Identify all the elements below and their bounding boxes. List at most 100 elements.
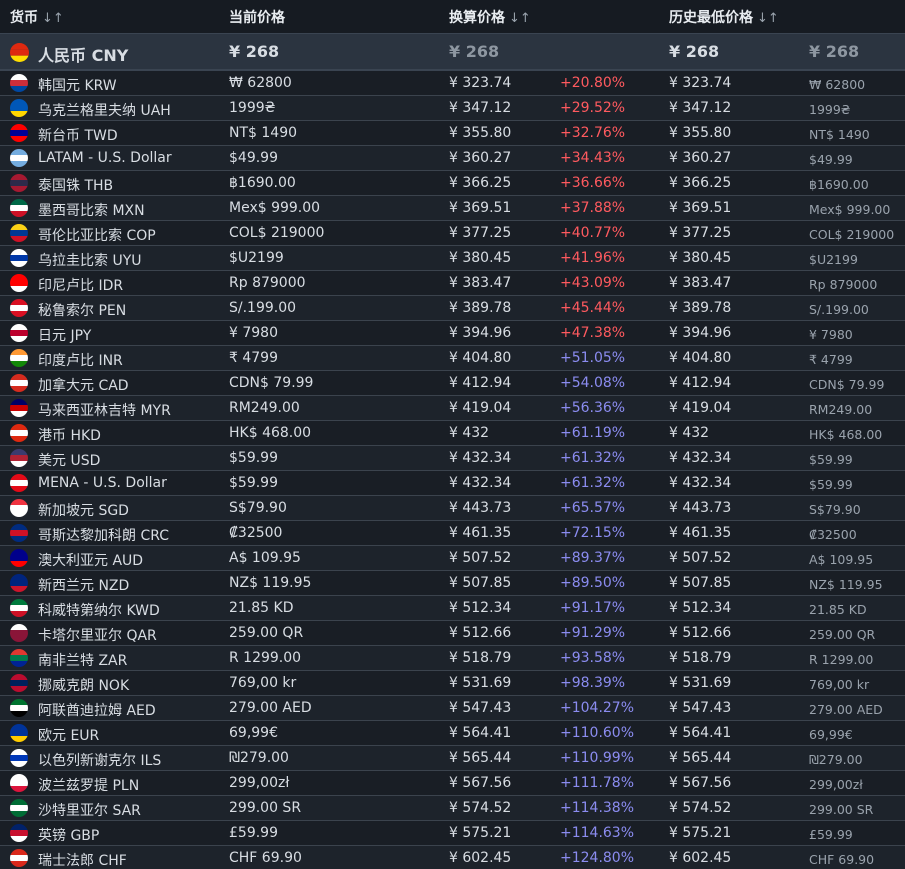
lowest-price-original: RM249.00 — [809, 402, 873, 417]
flag-icon — [10, 299, 28, 317]
lowest-price: ¥ 564.41 — [669, 725, 732, 741]
current-price: 299.00 SR — [229, 800, 302, 816]
flag-icon — [10, 649, 28, 667]
current-price: S$79.90 — [229, 500, 287, 516]
header-lowest-price[interactable]: 历史最低价格 ↓↑ — [669, 7, 779, 27]
current-price: $59.99 — [229, 475, 278, 491]
lowest-price: ¥ 360.27 — [669, 150, 732, 166]
table-row[interactable]: LATAM - U.S. Dollar $49.99 ¥ 360.27 +34.43%… — [0, 146, 905, 171]
converted-price: ¥ 574.52 — [449, 800, 512, 816]
table-row[interactable]: 新加坡元 SGD S$79.90 ¥ 443.73 +65.57% ¥ 443.73 S$… — [0, 496, 905, 521]
table-row[interactable]: 沙特里亚尔 SAR 299.00 SR ¥ 574.52 +114.38% ¥ 574.… — [0, 796, 905, 821]
table-row[interactable]: 印度卢比 INR ₹ 4799 ¥ 404.80 +51.05% ¥ 404.80 ₹ 4… — [0, 346, 905, 371]
current-price: 21.85 KD — [229, 600, 294, 616]
table-row[interactable]: 澳大利亚元 AUD A$ 109.95 ¥ 507.52 +89.37% ¥ 507.5… — [0, 546, 905, 571]
converted-price: ¥ 531.69 — [449, 675, 512, 691]
currency-name: 人民币 CNY — [38, 46, 129, 65]
price-difference-percent: +98.39% — [560, 675, 626, 691]
price-difference-percent: +65.57% — [560, 500, 626, 516]
current-price: CHF 69.90 — [229, 850, 302, 866]
lowest-price-original: $59.99 — [809, 452, 853, 467]
table-row[interactable]: 卡塔尔里亚尔 QAR 259.00 QR ¥ 512.66 +91.29% ¥ 512.… — [0, 621, 905, 646]
lowest-price-original: $59.99 — [809, 477, 853, 492]
current-price: ₩ 62800 — [229, 75, 292, 91]
table-row[interactable]: MENA - U.S. Dollar $59.99 ¥ 432.34 +61.32% ¥… — [0, 471, 905, 496]
lowest-price: ¥ 567.56 — [669, 775, 732, 791]
lowest-price-original: 21.85 KD — [809, 602, 867, 617]
table-row[interactable]: 新西兰元 NZD NZ$ 119.95 ¥ 507.85 +89.50% ¥ 507.8… — [0, 571, 905, 596]
lowest-price-original: Mex$ 999.00 — [809, 202, 891, 217]
header-currency[interactable]: 货币 ↓↑ — [10, 7, 64, 27]
table-row[interactable]: 乌克兰格里夫纳 UAH 1999₴ ¥ 347.12 +29.52% ¥ 347.12 1… — [0, 96, 905, 121]
price-difference-percent: +51.05% — [560, 350, 626, 366]
table-row[interactable]: 日元 JPY ¥ 7980 ¥ 394.96 +47.38% ¥ 394.96 ¥ 798… — [0, 321, 905, 346]
lowest-price: ¥ 565.44 — [669, 750, 732, 766]
table-row[interactable]: 韩国元 KRW ₩ 62800 ¥ 323.74 +20.80% ¥ 323.74 ₩ 6… — [0, 71, 905, 96]
table-row[interactable]: 南非兰特 ZAR R 1299.00 ¥ 518.79 +93.58% ¥ 518.79… — [0, 646, 905, 671]
price-difference-percent: +40.77% — [560, 225, 626, 241]
current-price: 1999₴ — [229, 100, 276, 116]
converted-price: ¥ 507.52 — [449, 550, 512, 566]
table-row[interactable]: 乌拉圭比索 UYU $U2199 ¥ 380.45 +41.96% ¥ 380.45 $U… — [0, 246, 905, 271]
lowest-price-original: HK$ 468.00 — [809, 427, 883, 442]
current-price: 299,00zł — [229, 775, 290, 791]
price-difference-percent: +110.99% — [560, 750, 635, 766]
table-row[interactable]: 哥伦比亚比索 COP COL$ 219000 ¥ 377.25 +40.77% ¥ 37… — [0, 221, 905, 246]
table-row[interactable]: 新台币 TWD NT$ 1490 ¥ 355.80 +32.76% ¥ 355.80 NT… — [0, 121, 905, 146]
table-row[interactable]: 港币 HKD HK$ 468.00 ¥ 432 +61.19% ¥ 432 HK$ 468… — [0, 421, 905, 446]
converted-price: ¥ 268 — [449, 42, 500, 61]
table-row[interactable]: 秘鲁索尔 PEN S/.199.00 ¥ 389.78 +45.44% ¥ 389.78… — [0, 296, 905, 321]
table-row[interactable]: 哥斯达黎加科朗 CRC ₡32500 ¥ 461.35 +72.15% ¥ 461.35… — [0, 521, 905, 546]
table-row[interactable]: 英镑 GBP £59.99 ¥ 575.21 +114.63% ¥ 575.21 £59.… — [0, 821, 905, 846]
table-row[interactable]: 阿联酋迪拉姆 AED 279.00 AED ¥ 547.43 +104.27% ¥ 54… — [0, 696, 905, 721]
price-difference-percent: +29.52% — [560, 100, 626, 116]
lowest-price-original: $49.99 — [809, 152, 853, 167]
currency-name: 马来西亚林吉特 MYR — [38, 403, 171, 419]
flag-icon — [10, 474, 28, 492]
current-price: NZ$ 119.95 — [229, 575, 312, 591]
table-row[interactable]: 泰国铢 THB ฿1690.00 ¥ 366.25 +36.66% ¥ 366.25 ฿1… — [0, 171, 905, 196]
currency-name: LATAM - U.S. Dollar — [38, 150, 172, 166]
flag-icon — [10, 274, 28, 292]
converted-price: ¥ 567.56 — [449, 775, 512, 791]
header-converted-price[interactable]: 换算价格 ↓↑ — [449, 7, 531, 27]
table-row[interactable]: 马来西亚林吉特 MYR RM249.00 ¥ 419.04 +56.36% ¥ 419.… — [0, 396, 905, 421]
currency-name: 韩国元 KRW — [38, 78, 117, 94]
converted-price: ¥ 355.80 — [449, 125, 512, 141]
converted-price: ¥ 419.04 — [449, 400, 512, 416]
current-price: 279.00 AED — [229, 700, 312, 716]
flag-icon — [10, 499, 28, 517]
price-difference-percent: +32.76% — [560, 125, 626, 141]
current-price: RM249.00 — [229, 400, 300, 416]
currency-name: 乌拉圭比索 UYU — [38, 253, 142, 269]
price-difference-percent: +89.50% — [560, 575, 626, 591]
header-currency-label: 货币 — [10, 10, 38, 26]
table-row[interactable]: 印尼卢比 IDR Rp 879000 ¥ 383.47 +43.09% ¥ 383.47… — [0, 271, 905, 296]
table-row[interactable]: 科威特第纳尔 KWD 21.85 KD ¥ 512.34 +91.17% ¥ 512.3… — [0, 596, 905, 621]
lowest-price: ¥ 602.45 — [669, 850, 732, 866]
flag-icon — [10, 774, 28, 792]
price-difference-percent: +36.66% — [560, 175, 626, 191]
currency-name: 科威特第纳尔 KWD — [38, 603, 160, 619]
flag-icon — [10, 799, 28, 817]
table-row[interactable]: 美元 USD $59.99 ¥ 432.34 +61.32% ¥ 432.34 $59.9… — [0, 446, 905, 471]
current-price: A$ 109.95 — [229, 550, 301, 566]
lowest-price: ¥ 547.43 — [669, 700, 732, 716]
price-difference-percent: +56.36% — [560, 400, 626, 416]
table-row[interactable]: 波兰兹罗提 PLN 299,00zł ¥ 567.56 +111.78% ¥ 567.5… — [0, 771, 905, 796]
converted-price: ¥ 360.27 — [449, 150, 512, 166]
table-row[interactable]: 加拿大元 CAD CDN$ 79.99 ¥ 412.94 +54.08% ¥ 412.9… — [0, 371, 905, 396]
table-row[interactable]: 瑞士法郎 CHF CHF 69.90 ¥ 602.45 +124.80% ¥ 602.4… — [0, 846, 905, 869]
price-difference-percent: +114.63% — [560, 825, 635, 841]
currency-name: 南非兰特 ZAR — [38, 653, 128, 669]
converted-price: ¥ 518.79 — [449, 650, 512, 666]
table-row[interactable]: 以色列新谢克尔 ILS ₪279.00 ¥ 565.44 +110.99% ¥ 565.… — [0, 746, 905, 771]
table-row[interactable]: 欧元 EUR 69,99€ ¥ 564.41 +110.60% ¥ 564.41 69,9… — [0, 721, 905, 746]
current-price: ฿1690.00 — [229, 175, 296, 191]
table-row[interactable]: 墨西哥比索 MXN Mex$ 999.00 ¥ 369.51 +37.88% ¥ 369… — [0, 196, 905, 221]
currency-name: 乌克兰格里夫纳 UAH — [38, 103, 171, 119]
price-difference-percent: +34.43% — [560, 150, 626, 166]
current-price: 769,00 kr — [229, 675, 297, 691]
table-row[interactable]: 挪威克朗 NOK 769,00 kr ¥ 531.69 +98.39% ¥ 531.69… — [0, 671, 905, 696]
lowest-price: ¥ 268 — [669, 42, 720, 61]
